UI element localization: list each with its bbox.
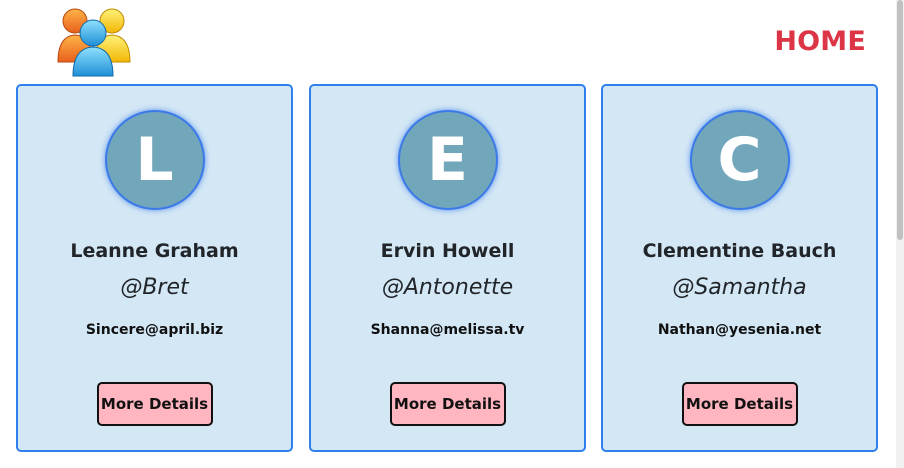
user-card: E Ervin Howell @Antonette Shanna@melissa… [309, 84, 586, 452]
more-details-button[interactable]: More Details [681, 382, 798, 426]
user-name: Ervin Howell [380, 240, 515, 262]
more-details-button[interactable]: More Details [389, 382, 506, 426]
user-name: Clementine Bauch [642, 240, 837, 262]
user-username: @Antonette [381, 275, 514, 300]
avatar: C [689, 110, 790, 210]
user-name: Leanne Graham [70, 240, 239, 262]
more-details-button[interactable]: More Details [96, 382, 213, 426]
user-cards: L Leanne Graham @Bret Sincere@april.biz … [16, 84, 878, 452]
scrollbar-thumb[interactable] [897, 0, 903, 240]
page: HOME L Leanne Graham @Bret Sincere@april… [0, 0, 904, 468]
home-link[interactable]: HOME [774, 26, 866, 57]
user-card: C Clementine Bauch @Samantha Nathan@yese… [601, 84, 878, 452]
user-card: L Leanne Graham @Bret Sincere@april.biz … [16, 84, 293, 452]
user-email: Shanna@melissa.tv [370, 322, 525, 338]
page-scrollbar[interactable] [896, 0, 904, 468]
user-email: Sincere@april.biz [85, 322, 224, 338]
avatar: E [397, 110, 498, 210]
user-username: @Bret [120, 275, 189, 300]
user-email: Nathan@yesenia.net [657, 322, 822, 338]
avatar: L [104, 110, 205, 210]
users-group-logo-icon[interactable] [54, 4, 134, 78]
user-username: @Samantha [672, 275, 807, 300]
